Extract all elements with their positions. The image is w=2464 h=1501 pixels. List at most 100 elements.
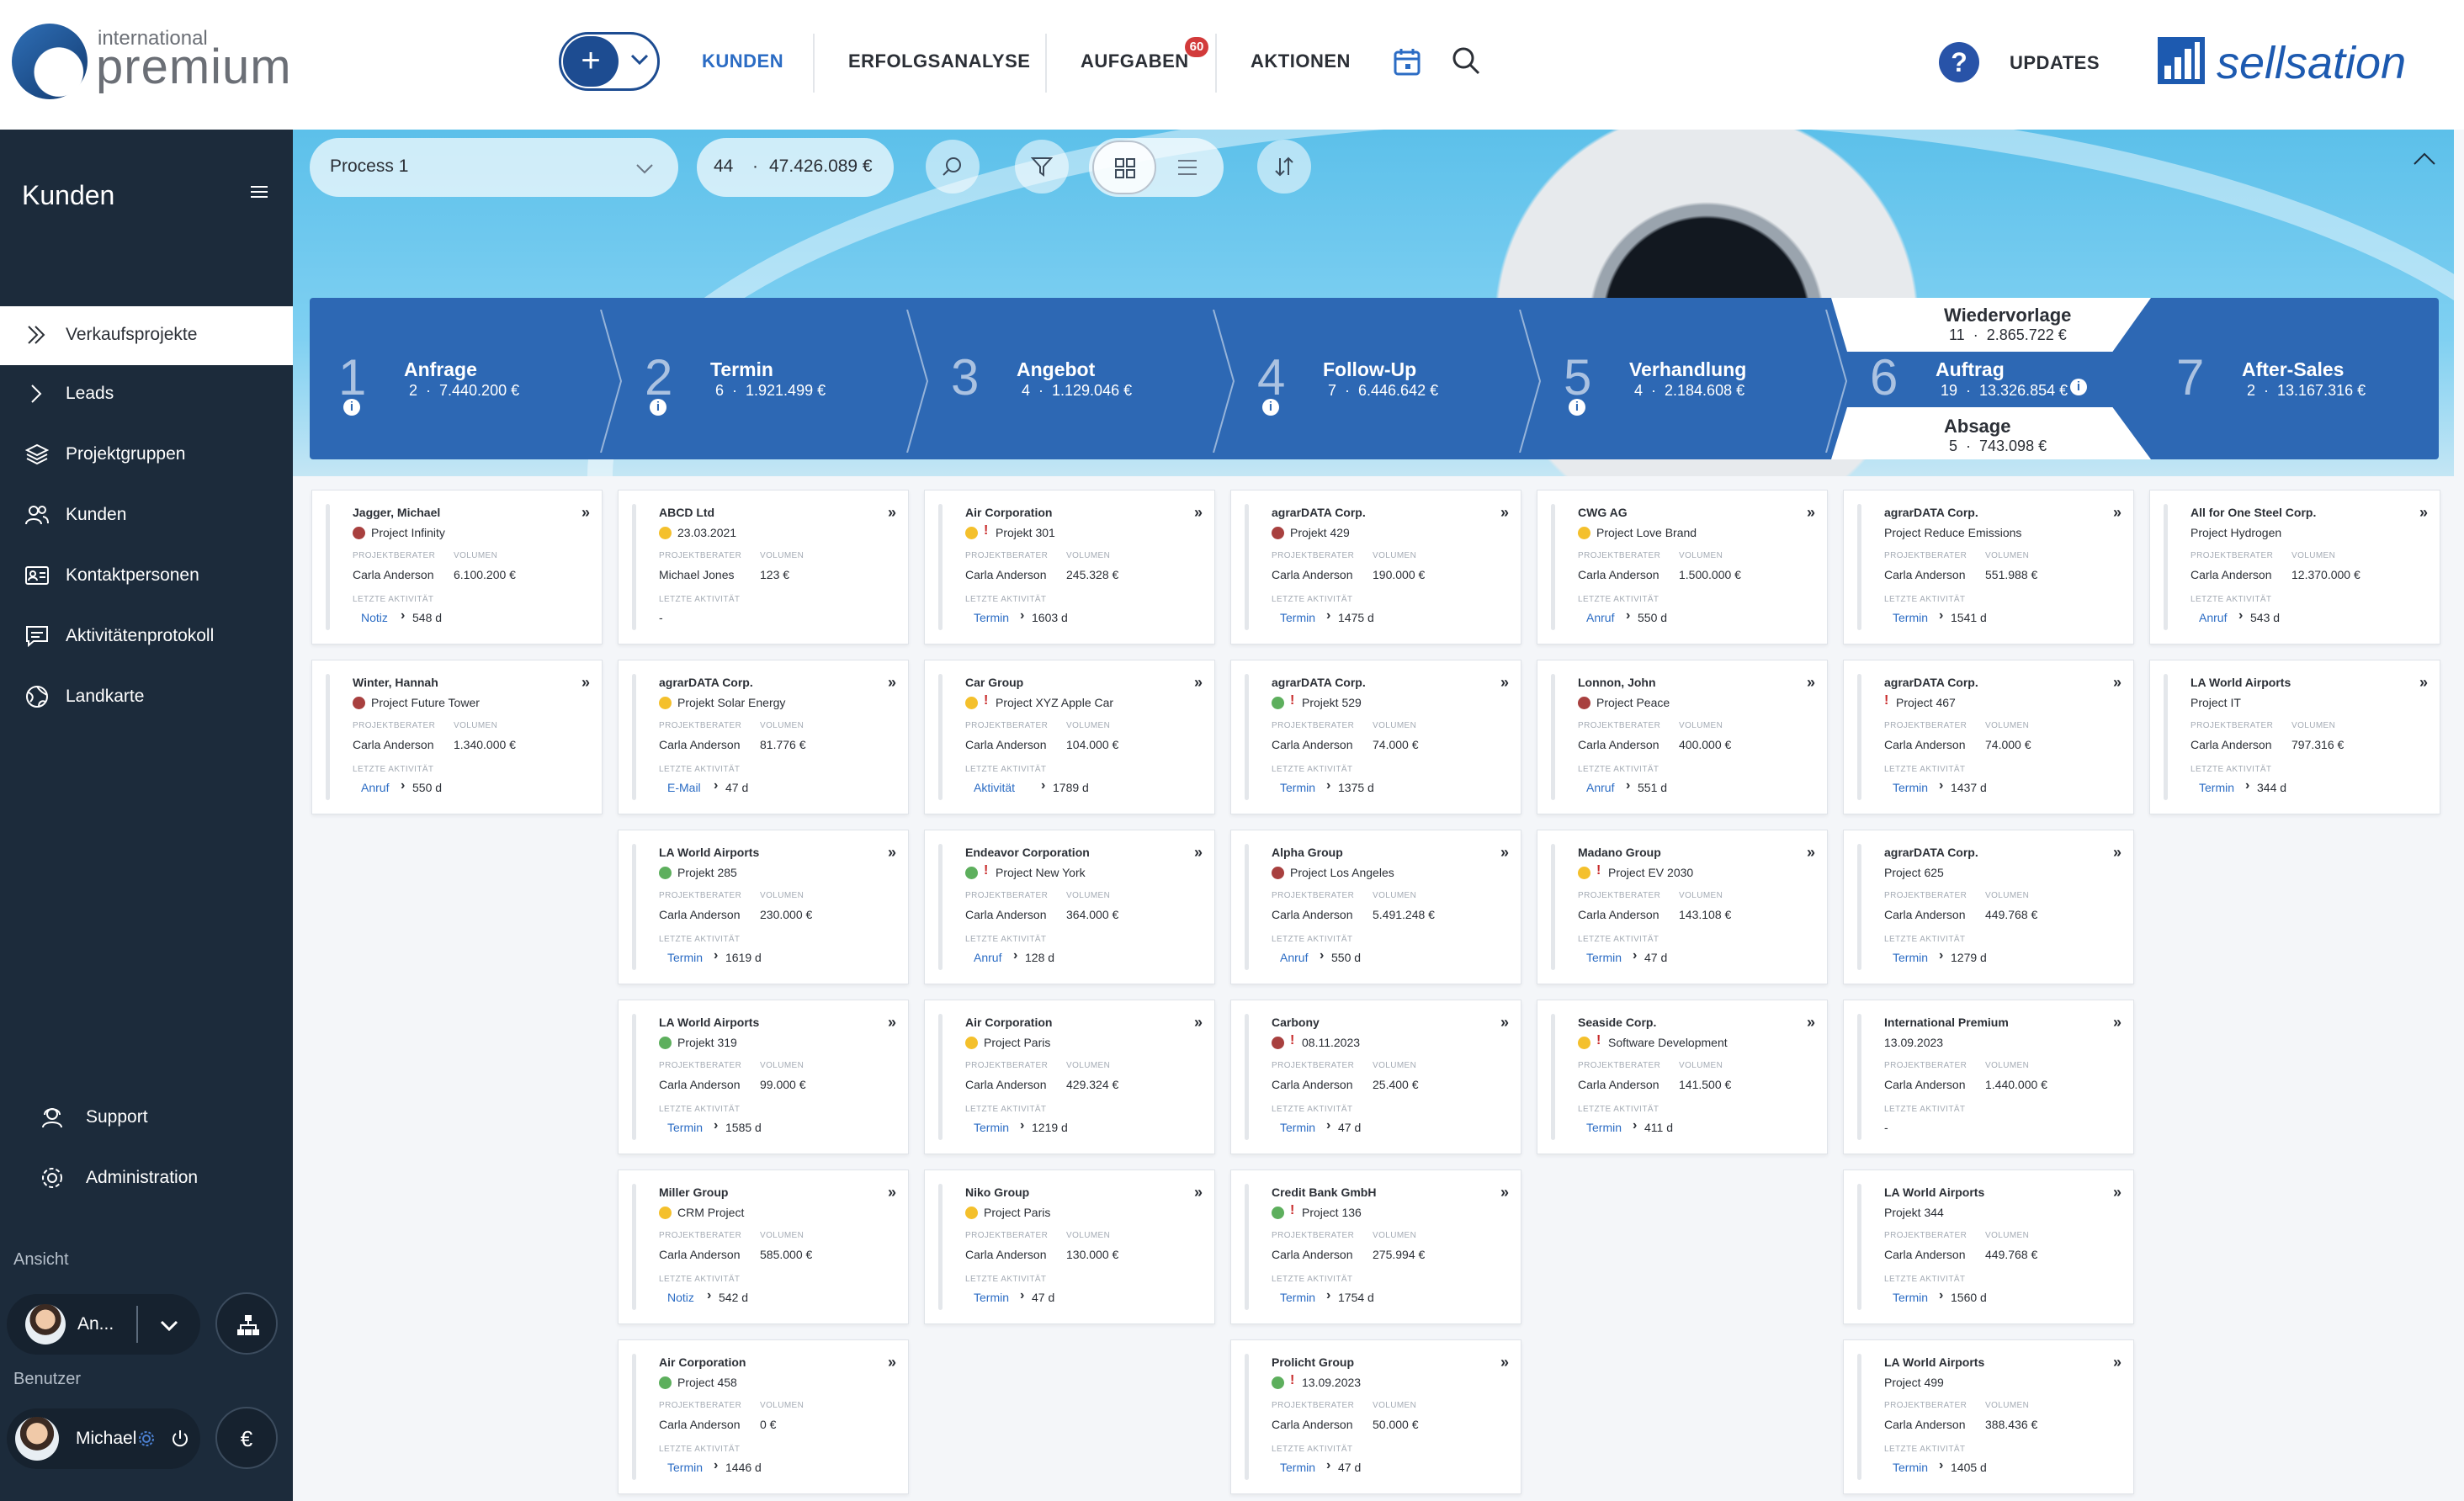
double-chevron-right-icon[interactable]: »	[888, 674, 896, 692]
project-card[interactable]: Car Group »! Project XYZ Apple Car PROJEKTB…	[924, 660, 1215, 814]
stage-6[interactable]: 6 Auftrag 19 · 13.326.854 € i	[1841, 298, 2148, 459]
info-icon[interactable]: i	[2070, 379, 2087, 395]
project-card[interactable]: LA World Airports » Projekt 285 PROJEKTBERA…	[618, 830, 909, 984]
stage-3[interactable]: 3 Angebot 4 · 1.129.046 €	[922, 298, 1229, 459]
double-chevron-right-icon[interactable]: »	[1807, 504, 1815, 522]
project-card[interactable]: Air Corporation » Project 458 PROJEKTBERATE…	[618, 1339, 909, 1494]
search-button[interactable]	[926, 140, 980, 194]
double-chevron-right-icon[interactable]: »	[2113, 844, 2121, 862]
project-card[interactable]: Air Corporation » Project Paris PROJEKTBERA…	[924, 1000, 1215, 1154]
sidebar-item-aktivitaetenprotokoll[interactable]: Aktivitätenprotokoll	[0, 607, 293, 666]
double-chevron-right-icon[interactable]: »	[2113, 1354, 2121, 1371]
card-activity[interactable]: Termin	[974, 1121, 1009, 1134]
card-activity[interactable]: Anruf	[974, 951, 1001, 964]
sort-button[interactable]	[1257, 140, 1311, 194]
project-card[interactable]: LA World Airports » Projekt 344 PROJEKTBERA…	[1843, 1170, 2134, 1324]
double-chevron-right-icon[interactable]: »	[888, 504, 896, 522]
double-chevron-right-icon[interactable]: »	[1194, 674, 1203, 692]
project-card[interactable]: Madano Group »! Project EV 2030 PROJEKTBERA…	[1537, 830, 1828, 984]
project-card[interactable]: CWG AG » Project Love Brand PROJEKTBERATER V…	[1537, 490, 1828, 644]
card-activity[interactable]: Anruf	[1586, 781, 1614, 794]
double-chevron-right-icon[interactable]: »	[2113, 674, 2121, 692]
project-card[interactable]: agrarDATA Corp. » Projekt Solar Energy PROJ…	[618, 660, 909, 814]
project-card[interactable]: Miller Group » CRM Project PROJEKTBERATER VO…	[618, 1170, 909, 1324]
card-activity[interactable]: Termin	[1280, 1291, 1315, 1304]
project-card[interactable]: Seaside Corp. »! Software Development PROJE…	[1537, 1000, 1828, 1154]
card-activity[interactable]: Termin	[1280, 1461, 1315, 1474]
card-activity[interactable]: Termin	[1893, 611, 1928, 624]
sidebar-item-kontaktpersonen[interactable]: Kontaktpersonen	[0, 547, 293, 606]
double-chevron-right-icon[interactable]: »	[888, 1354, 896, 1371]
filter-button[interactable]	[1015, 140, 1069, 194]
project-card[interactable]: agrarDATA Corp. » Projekt 429 PROJEKTBERATE…	[1230, 490, 1521, 644]
sidebar-item-landkarte[interactable]: Landkarte	[0, 668, 293, 727]
card-activity[interactable]: Termin	[1280, 1121, 1315, 1134]
double-chevron-right-icon[interactable]: »	[888, 1014, 896, 1032]
project-card[interactable]: Winter, Hannah » Project Future Tower PROJE…	[311, 660, 603, 814]
project-card[interactable]: LA World Airports » Project IT PROJEKTBERAT…	[2149, 660, 2440, 814]
double-chevron-right-icon[interactable]: »	[1500, 1354, 1509, 1371]
nav-aufgaben[interactable]: AUFGABEN	[1081, 50, 1189, 72]
double-chevron-right-icon[interactable]: »	[1194, 504, 1203, 522]
double-chevron-right-icon[interactable]: »	[1807, 674, 1815, 692]
info-icon[interactable]: i	[1569, 399, 1585, 416]
grid-view-button[interactable]	[1092, 141, 1156, 194]
nav-aktionen[interactable]: AKTIONEN	[1251, 50, 1351, 72]
org-chart-button[interactable]	[215, 1292, 278, 1355]
double-chevron-right-icon[interactable]: »	[1500, 674, 1509, 692]
info-icon[interactable]: i	[1262, 399, 1279, 416]
project-card[interactable]: Jagger, Michael » Project Infinity PROJEKTB…	[311, 490, 603, 644]
card-activity[interactable]: Termin	[1586, 1121, 1622, 1134]
sidebar-item-kunden[interactable]: Kunden	[0, 486, 293, 545]
double-chevron-right-icon[interactable]: »	[581, 504, 590, 522]
card-activity[interactable]: Notiz	[361, 611, 388, 624]
updates-link[interactable]: UPDATES	[2010, 52, 2100, 74]
double-chevron-right-icon[interactable]: »	[2419, 504, 2428, 522]
double-chevron-right-icon[interactable]: »	[1194, 1184, 1203, 1201]
card-activity[interactable]: Termin	[974, 611, 1009, 624]
search-icon[interactable]	[1449, 44, 1483, 77]
nav-erfolgsanalyse[interactable]: ERFOLGSANALYSE	[848, 50, 1030, 72]
project-card[interactable]: All for One Steel Corp. » Project Hydrogen…	[2149, 490, 2440, 644]
sidebar-item-support[interactable]: Support	[0, 1089, 293, 1148]
chevron-down-icon[interactable]	[627, 46, 652, 72]
project-card[interactable]: agrarDATA Corp. »! Project 467 PROJEKTBERAT…	[1843, 660, 2134, 814]
card-activity[interactable]: Termin	[974, 1291, 1009, 1304]
currency-button[interactable]: €	[215, 1407, 278, 1469]
sidebar-item-verkaufsprojekte[interactable]: Verkaufsprojekte	[0, 306, 293, 365]
power-icon[interactable]	[170, 1429, 190, 1449]
card-activity[interactable]: Termin	[1893, 951, 1928, 964]
card-activity[interactable]: Anruf	[2199, 611, 2227, 624]
sidebar-item-administration[interactable]: Administration	[0, 1149, 293, 1208]
add-button[interactable]: +	[559, 32, 660, 91]
card-activity[interactable]: Termin	[1893, 781, 1928, 794]
double-chevron-right-icon[interactable]: »	[888, 844, 896, 862]
card-activity[interactable]: Termin	[1893, 1291, 1928, 1304]
double-chevron-right-icon[interactable]: »	[1500, 504, 1509, 522]
project-card[interactable]: Alpha Group » Project Los Angeles PROJEKTBE…	[1230, 830, 1521, 984]
double-chevron-right-icon[interactable]: »	[1500, 844, 1509, 862]
card-activity[interactable]: Termin	[1586, 951, 1622, 964]
card-activity[interactable]: E-Mail	[667, 781, 701, 794]
stage-5[interactable]: 5 Verhandlung 4 · 2.184.608 € i	[1535, 298, 1841, 459]
card-activity[interactable]: Termin	[667, 951, 703, 964]
process-select[interactable]: Process 1	[310, 138, 678, 197]
project-card[interactable]: International Premium » 13.09.2023 PROJEKTB…	[1843, 1000, 2134, 1154]
stage-1[interactable]: 1 Anfrage 2 · 7.440.200 € i	[310, 298, 616, 459]
company-logo[interactable]: international premium	[12, 24, 298, 104]
card-activity[interactable]: Anruf	[1586, 611, 1614, 624]
project-card[interactable]: ABCD Ltd » 23.03.2021 PROJEKTBERATER VOLUMEN…	[618, 490, 909, 644]
project-card[interactable]: Credit Bank GmbH »! Project 136 PROJEKTBERA…	[1230, 1170, 1521, 1324]
card-activity[interactable]: Aktivität	[974, 781, 1015, 794]
card-activity[interactable]: Termin	[1280, 611, 1315, 624]
project-card[interactable]: LA World Airports » Project 499 PROJEKTBERA…	[1843, 1339, 2134, 1494]
project-card[interactable]: Carbony »! 08.11.2023 PROJEKTBERATER VOLUMEN…	[1230, 1000, 1521, 1154]
card-activity[interactable]: Anruf	[1280, 951, 1308, 964]
double-chevron-right-icon[interactable]: »	[2113, 1184, 2121, 1201]
stage-2[interactable]: 2 Termin 6 · 1.921.499 € i	[616, 298, 922, 459]
project-card[interactable]: Endeavor Corporation »! Project New York PR…	[924, 830, 1215, 984]
card-activity[interactable]: Anruf	[361, 781, 389, 794]
info-icon[interactable]: i	[343, 399, 360, 416]
double-chevron-right-icon[interactable]: »	[888, 1184, 896, 1201]
project-card[interactable]: agrarDATA Corp. »! Projekt 529 PROJEKTBERAT…	[1230, 660, 1521, 814]
